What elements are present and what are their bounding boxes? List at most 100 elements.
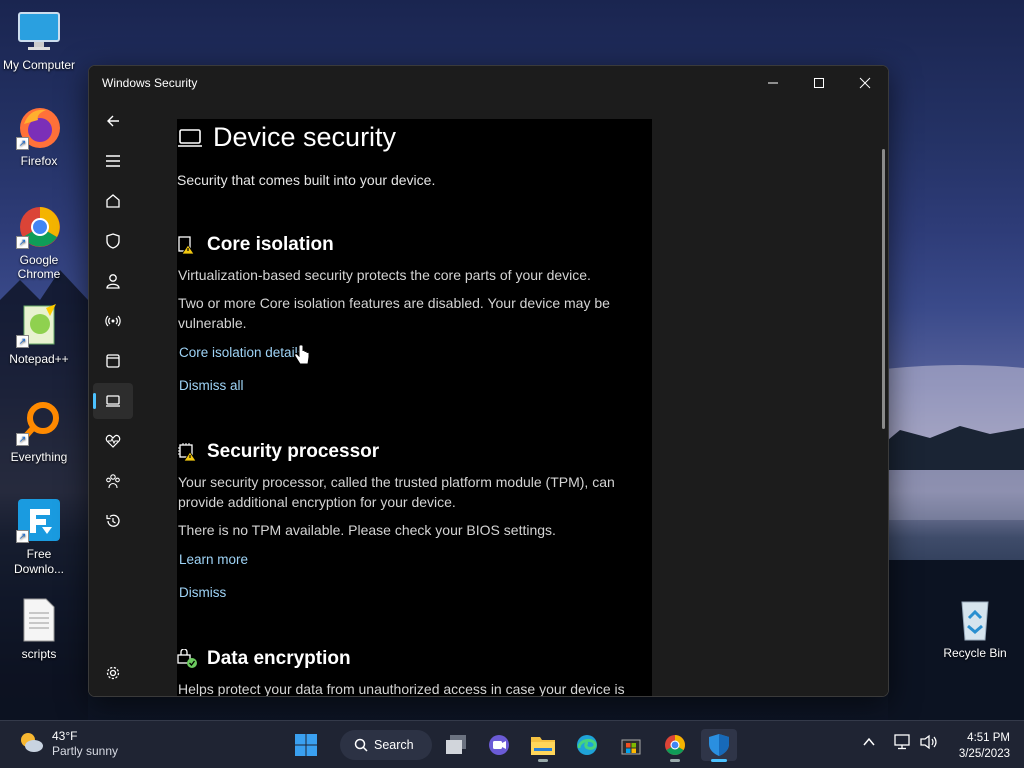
desktop-icon-free-download-manager[interactable]: ↗ Free Downlo... bbox=[0, 497, 78, 577]
nav-firewall-network[interactable] bbox=[93, 303, 133, 339]
desktop-icon-notepadpp[interactable]: ↗ Notepad++ bbox=[0, 302, 78, 366]
store-icon bbox=[621, 739, 641, 755]
page-subtitle: Security that comes built into your devi… bbox=[177, 172, 436, 188]
history-clock-icon bbox=[106, 514, 120, 527]
shortcut-arrow-icon: ↗ bbox=[16, 530, 29, 543]
desktop-icon-everything[interactable]: ↗ Everything bbox=[0, 400, 78, 464]
wireless-antenna-icon bbox=[105, 315, 121, 327]
core-isolation-warning-icon bbox=[178, 236, 195, 255]
clock-date: 3/25/2023 bbox=[958, 748, 1010, 760]
learn-more-link[interactable]: Learn more bbox=[179, 552, 248, 567]
core-isolation-description: Virtualization-based security protects t… bbox=[178, 267, 591, 283]
content-panel bbox=[177, 119, 652, 696]
desktop-icon-label: Recycle Bin bbox=[943, 646, 1007, 660]
window-title: Windows Security bbox=[102, 75, 198, 90]
nav-account-protection[interactable] bbox=[93, 263, 133, 299]
page-title-text: Device security bbox=[213, 122, 397, 152]
data-encryption-description: Helps protect your data from unauthorize… bbox=[178, 681, 625, 697]
title-bar[interactable]: Windows Security bbox=[89, 66, 888, 99]
clock-time: 4:51 PM bbox=[967, 732, 1010, 744]
notepadpp-icon: ↗ bbox=[16, 302, 62, 348]
edge-icon bbox=[577, 735, 597, 755]
desktop-icon-my-computer[interactable]: My Computer bbox=[0, 8, 78, 72]
minimize-icon bbox=[768, 82, 778, 83]
gear-icon bbox=[106, 666, 120, 680]
taskbar-search[interactable]: Search bbox=[340, 730, 432, 760]
speaker-icon bbox=[920, 734, 937, 750]
chrome-icon: ↗ bbox=[16, 203, 62, 249]
desktop-icon-label: Notepad++ bbox=[9, 352, 69, 366]
weather-widget[interactable]: 43°F Partly sunny bbox=[18, 729, 118, 759]
edge-button[interactable] bbox=[569, 729, 605, 761]
file-explorer-button[interactable] bbox=[525, 729, 561, 762]
task-view-button[interactable] bbox=[438, 729, 474, 761]
nav-device-performance-health[interactable] bbox=[93, 423, 133, 459]
close-button[interactable] bbox=[842, 66, 888, 99]
security-processor-status: There is no TPM available. Please check … bbox=[178, 522, 556, 538]
shield-icon bbox=[106, 233, 120, 249]
desktop-icon-scripts[interactable]: scripts bbox=[0, 597, 78, 661]
windows-security-taskbar-button[interactable] bbox=[701, 729, 737, 762]
nav-protection-history[interactable] bbox=[93, 503, 133, 539]
text-file-icon bbox=[16, 597, 62, 643]
data-encryption-heading-text: Data encryption bbox=[207, 648, 351, 669]
menu-button[interactable] bbox=[93, 143, 133, 179]
dismiss-all-link[interactable]: Dismiss all bbox=[179, 378, 244, 393]
nav-family-options[interactable] bbox=[93, 463, 133, 499]
hand-cursor-icon bbox=[294, 344, 310, 365]
nav-app-browser-control[interactable] bbox=[93, 343, 133, 379]
security-processor-heading: Security processor bbox=[177, 441, 379, 463]
windows-logo-icon bbox=[295, 734, 317, 756]
desktop-icon-recycle-bin[interactable]: Recycle Bin bbox=[936, 596, 1014, 660]
teams-chat-button[interactable] bbox=[481, 729, 517, 761]
core-isolation-details-link[interactable]: Core isolation details bbox=[179, 345, 304, 360]
desktop-icon-chrome[interactable]: ↗ Google Chrome bbox=[0, 203, 78, 281]
search-icon bbox=[354, 738, 368, 752]
system-clock[interactable]: 4:51 PM 3/25/2023 bbox=[959, 730, 1010, 762]
show-hidden-icons-button[interactable] bbox=[862, 735, 876, 754]
person-icon bbox=[106, 274, 120, 289]
network-monitor-icon bbox=[894, 734, 910, 750]
laptop-icon bbox=[178, 128, 202, 147]
close-icon bbox=[859, 77, 871, 88]
taskbar: 43°F Partly sunny Search 4:51 PM 3/25/20… bbox=[0, 720, 1024, 768]
chrome-taskbar-button[interactable] bbox=[657, 729, 693, 762]
back-button[interactable] bbox=[93, 103, 133, 139]
desktop-icon-label: My Computer bbox=[2, 58, 76, 72]
network-status[interactable] bbox=[894, 734, 912, 755]
maximize-button[interactable] bbox=[796, 66, 842, 99]
desktop-icon-firefox[interactable]: ↗ Firefox bbox=[0, 104, 78, 168]
desktop-icon-label: Google Chrome bbox=[17, 253, 61, 281]
minimize-button[interactable] bbox=[750, 66, 796, 99]
shortcut-arrow-icon: ↗ bbox=[16, 137, 29, 150]
firefox-icon: ↗ bbox=[16, 104, 62, 150]
data-encryption-check-icon bbox=[177, 649, 197, 668]
nav-virus-protection[interactable] bbox=[93, 223, 133, 259]
maximize-icon bbox=[814, 77, 824, 88]
main-content-area bbox=[137, 99, 888, 696]
start-button[interactable] bbox=[288, 729, 324, 761]
folder-icon bbox=[531, 737, 555, 755]
windows-security-window: Windows Security Device security Securit… bbox=[88, 65, 889, 697]
microsoft-store-button[interactable] bbox=[613, 729, 649, 761]
security-processor-description: Your security processor, called the trus… bbox=[178, 474, 615, 510]
family-icon bbox=[106, 474, 120, 489]
nav-device-security[interactable] bbox=[93, 383, 133, 419]
chevron-up-icon bbox=[863, 737, 875, 746]
vertical-scrollbar[interactable] bbox=[882, 149, 885, 429]
nav-home[interactable] bbox=[93, 183, 133, 219]
free-download-manager-icon: ↗ bbox=[16, 497, 62, 543]
shortcut-arrow-icon: ↗ bbox=[16, 335, 29, 348]
chat-icon bbox=[489, 735, 509, 755]
desktop-icon-label: Everything bbox=[10, 450, 68, 464]
recycle-bin-icon bbox=[952, 596, 998, 642]
desktop-icon-label: Free Downlo... bbox=[13, 547, 65, 576]
heart-pulse-icon bbox=[105, 434, 121, 448]
nav-settings[interactable] bbox=[93, 655, 133, 691]
navigation-sidebar bbox=[89, 99, 137, 696]
volume-status[interactable] bbox=[919, 734, 939, 755]
dismiss-link[interactable]: Dismiss bbox=[179, 585, 226, 600]
app-window-icon bbox=[106, 354, 120, 368]
windows-security-shield-icon bbox=[709, 734, 729, 756]
partly-sunny-icon bbox=[21, 733, 43, 752]
